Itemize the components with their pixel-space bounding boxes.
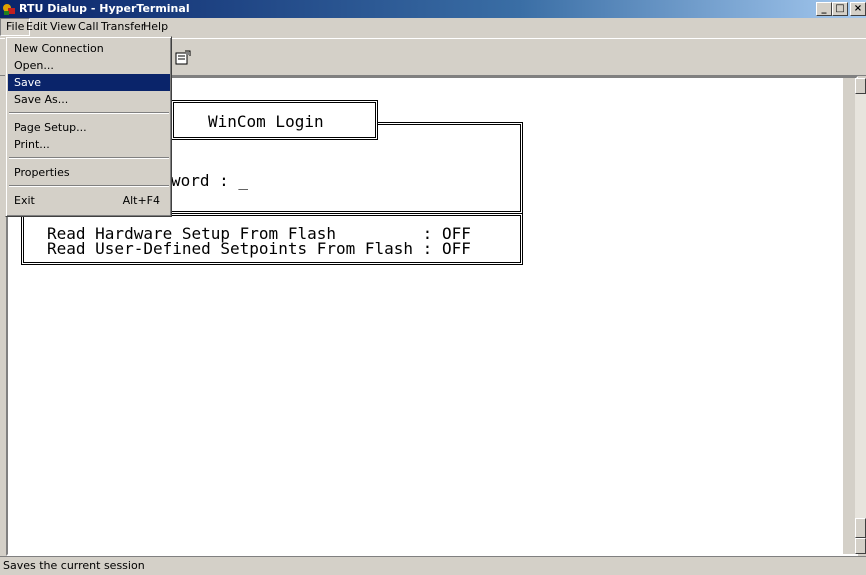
hyperterminal-icon xyxy=(3,4,15,15)
window-title: RTU Dialup - HyperTerminal xyxy=(19,2,190,15)
scroll-down-button[interactable] xyxy=(855,538,866,554)
password-prompt: word : _ xyxy=(171,171,249,190)
close-button[interactable]: × xyxy=(850,2,866,16)
login-title: WinCom Login xyxy=(208,112,324,131)
menu-item-exit-label: Exit xyxy=(14,194,35,207)
menu-separator xyxy=(9,185,169,187)
menu-separator xyxy=(9,112,169,114)
flash-status-box: Read Hardware Setup From Flash : OFF Rea… xyxy=(21,213,523,265)
menu-item-save[interactable]: Save xyxy=(8,74,170,91)
exit-shortcut: Alt+F4 xyxy=(122,194,160,207)
minimize-button[interactable]: _ xyxy=(816,2,832,16)
properties-icon[interactable] xyxy=(175,50,191,66)
vertical-scrollbar[interactable] xyxy=(855,78,866,554)
menu-separator xyxy=(9,157,169,159)
menu-item-page-setup[interactable]: Page Setup... xyxy=(8,119,170,136)
window-controls: _ □ × xyxy=(816,2,866,16)
title-bar: RTU Dialup - HyperTerminal _ □ × xyxy=(0,0,866,18)
status-text: Saves the current session xyxy=(3,559,145,572)
file-menu-dropdown: New Connection Open... Save Save As... P… xyxy=(5,36,172,217)
menu-help[interactable]: Help xyxy=(138,18,173,36)
status-bar: Saves the current session xyxy=(0,556,866,575)
scroll-thumb[interactable] xyxy=(855,518,866,538)
menu-item-properties[interactable]: Properties xyxy=(8,164,170,181)
login-title-box: WinCom Login xyxy=(171,100,378,140)
setpoints-line: Read User-Defined Setpoints From Flash :… xyxy=(47,239,471,258)
menu-bar: File Edit View Call Transfer Help xyxy=(0,18,866,36)
menu-item-save-as[interactable]: Save As... xyxy=(8,91,170,108)
menu-item-exit[interactable]: Exit Alt+F4 xyxy=(8,192,170,209)
maximize-button[interactable]: □ xyxy=(832,2,848,16)
menu-item-print[interactable]: Print... xyxy=(8,136,170,153)
menu-item-new-connection[interactable]: New Connection xyxy=(8,40,170,57)
menu-item-open[interactable]: Open... xyxy=(8,57,170,74)
scroll-up-button[interactable] xyxy=(855,78,866,94)
